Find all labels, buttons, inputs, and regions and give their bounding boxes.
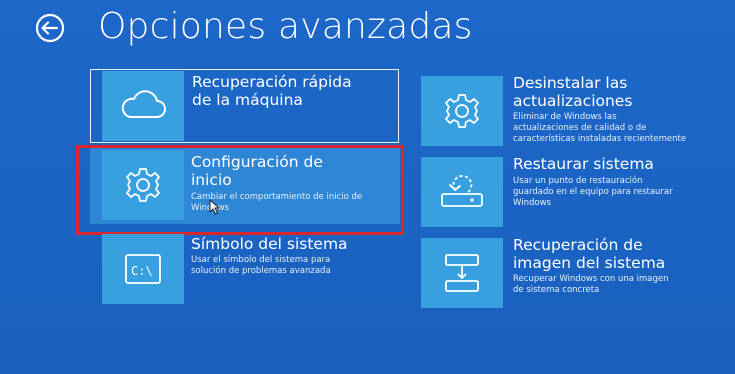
option-title-line2: imagen del sistema: [513, 254, 666, 272]
option-tile: [421, 238, 503, 308]
option-title-line1: Desinstalar las: [513, 74, 628, 92]
option-title-line1: Recuperación de: [513, 236, 643, 254]
option-tile: [102, 71, 184, 141]
option-description-line2: de sistema concreta: [513, 285, 600, 295]
option-description-line2: guardado en el equipo para restaurar: [513, 187, 673, 197]
option-title-line2: actualizaciones: [513, 92, 633, 110]
cloud-icon: [121, 90, 166, 118]
option-description-line1: Usar un punto de restauración: [513, 176, 643, 186]
option-description-line2: actualizaciones de calidad o de: [513, 123, 647, 133]
option-description-line1: Recuperar Windows con una imagen: [513, 274, 669, 284]
option-description-line3: características instaladas recientemente: [513, 134, 687, 144]
red-highlight-box: [76, 145, 404, 235]
option-description-line1: Eliminar de Windows las: [513, 112, 617, 122]
option-title-line1: Restaurar sistema: [513, 155, 654, 173]
svg-text:C:\: C:\: [131, 264, 153, 278]
option-title-line1: Símbolo del sistema: [191, 235, 348, 253]
mouse-cursor-icon: [209, 199, 221, 215]
option-description-line3: Windows: [513, 198, 551, 208]
command-prompt-icon: C:\: [125, 254, 161, 284]
back-button[interactable]: [34, 12, 66, 44]
system-image-icon: [445, 254, 479, 292]
option-description-line1: Usar el símbolo del sistema para: [191, 255, 331, 265]
restore-icon: [441, 175, 483, 207]
back-arrow-icon: [35, 13, 65, 43]
option-description-line2: solución de problemas avanzada: [191, 266, 331, 276]
page-title: Opciones avanzadas: [98, 6, 473, 47]
option-title-line2: de la máquina: [192, 91, 303, 109]
option-system-restore[interactable]: Restaurar sistema Usar un punto de resta…: [421, 153, 721, 229]
advanced-options-screen: Opciones avanzadas Recuperación rápida d…: [0, 0, 735, 374]
gear-icon: [445, 94, 479, 128]
option-tile: C:\: [102, 234, 184, 304]
option-tile: [421, 157, 503, 227]
option-system-image-recovery[interactable]: Recuperación de imagen del sistema Recup…: [421, 234, 721, 310]
option-uninstall-updates[interactable]: Desinstalar las actualizaciones Eliminar…: [421, 72, 721, 148]
option-quick-recovery[interactable]: Recuperación rápida de la máquina: [90, 69, 399, 143]
option-tile: [421, 76, 503, 146]
option-command-prompt[interactable]: C:\ Símbolo del sistema Usar el símbolo …: [90, 232, 400, 304]
option-title-line1: Recuperación rápida: [192, 73, 352, 91]
